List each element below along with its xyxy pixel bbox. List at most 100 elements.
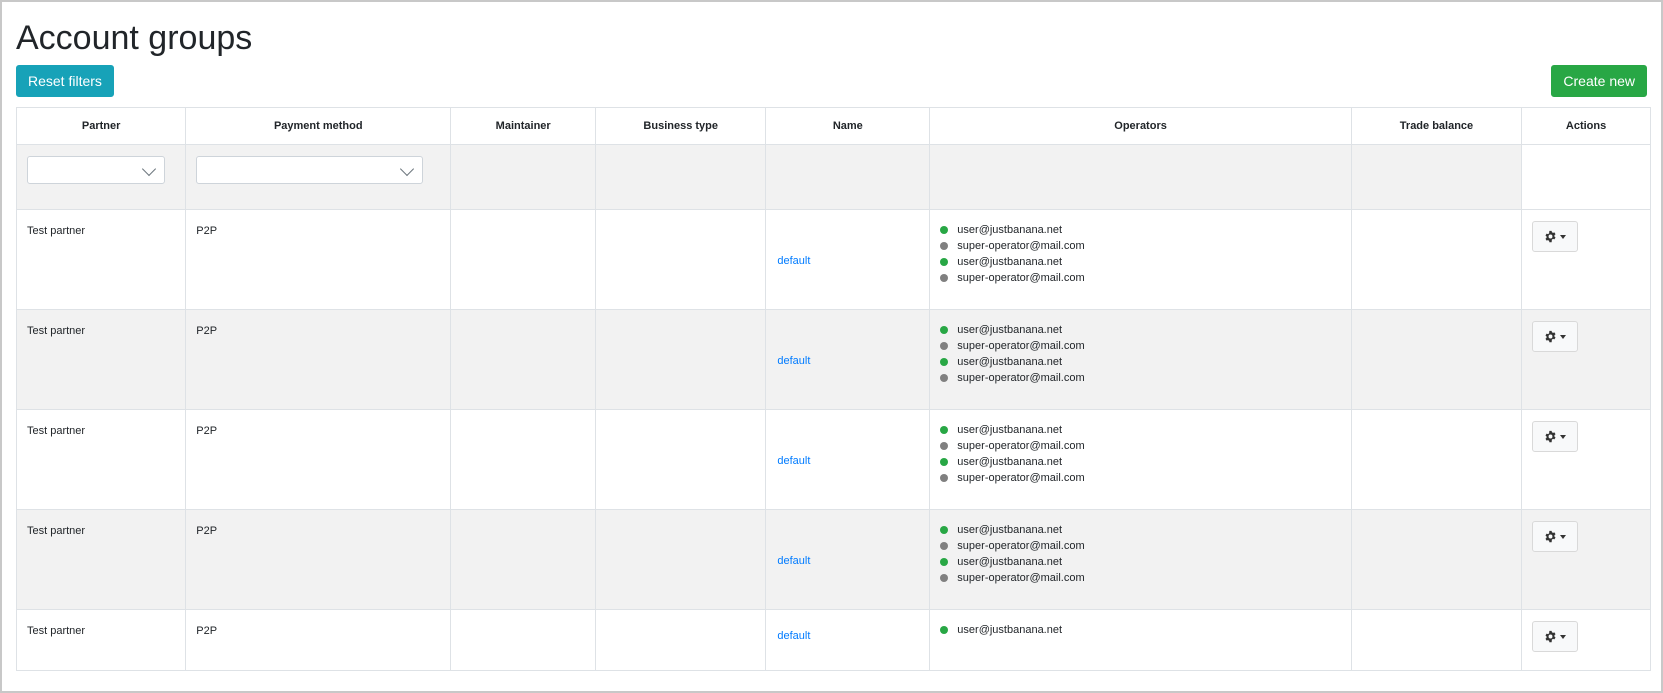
status-dot-icon: [940, 558, 949, 566]
payment-method-text: P2P: [196, 325, 218, 337]
operator-email: super-operator@mail.com: [957, 472, 1085, 484]
filter-row: [15, 144, 1651, 210]
operator-email: super-operator@mail.com: [957, 540, 1085, 552]
cell-operators: user@justbanana.net: [929, 609, 1352, 671]
trade-balance-text: [1352, 610, 1521, 624]
trade-balance-text: [1352, 410, 1521, 424]
operator-email: user@justbanana.net: [957, 456, 1063, 468]
actions-dropdown-button[interactable]: [1532, 621, 1579, 652]
cell-maintainer: [450, 209, 597, 310]
cell-business-type: [595, 509, 767, 610]
table-row: Test partner P2P default user@justbanana.ne…: [15, 409, 1651, 510]
header-partner: Partner: [15, 107, 187, 145]
operator-item: user@justbanana.net: [940, 322, 1351, 338]
partner-text: Test partner: [27, 225, 86, 237]
cell-business-type: [595, 309, 767, 410]
operator-email: user@justbanana.net: [957, 624, 1063, 636]
header-name: Name: [765, 107, 931, 145]
status-dot-icon: [940, 226, 949, 234]
actions-dropdown-button[interactable]: [1532, 321, 1579, 352]
operator-email: super-operator@mail.com: [957, 440, 1085, 452]
operator-item: user@justbanana.net: [940, 522, 1351, 538]
operators-list: user@justbanana.net super-operator@mail.c…: [930, 310, 1351, 386]
actions-dropdown-button[interactable]: [1532, 521, 1579, 552]
cell-trade-balance: [1350, 509, 1523, 610]
chevron-down-icon: [400, 161, 415, 177]
operator-item: user@justbanana.net: [940, 554, 1351, 570]
header-payment-method: Payment method: [185, 107, 452, 145]
create-new-button[interactable]: Create new: [1551, 65, 1647, 97]
operator-item: super-operator@mail.com: [940, 338, 1351, 354]
actions-dropdown-button[interactable]: [1532, 421, 1579, 452]
caret-down-icon: [1560, 234, 1567, 239]
payment-method-text: P2P: [196, 425, 218, 437]
page-title: Account groups: [16, 19, 253, 57]
page-frame: Account groups Reset filters Create new …: [0, 0, 1663, 693]
account-groups-table: Partner Payment method Maintainer Busine…: [15, 107, 1651, 671]
cell-partner: Test partner: [15, 209, 187, 310]
cell-actions: [1521, 309, 1651, 410]
payment-method-filter-select[interactable]: [196, 156, 424, 184]
status-dot-icon: [940, 374, 949, 382]
cell-actions: [1521, 509, 1651, 610]
table-row: Test partner P2P default user@justbanana.ne…: [15, 609, 1651, 671]
gear-glyph: [1545, 330, 1556, 343]
cell-actions: [1521, 209, 1651, 310]
status-dot-icon: [940, 626, 949, 634]
business-type-text: [596, 410, 765, 424]
status-dot-icon: [940, 326, 949, 334]
operator-item: user@justbanana.net: [940, 622, 1351, 638]
cell-name: default: [765, 609, 931, 671]
operator-item: super-operator@mail.com: [940, 370, 1351, 386]
cell-name: default: [765, 309, 931, 410]
reset-filters-button[interactable]: Reset filters: [16, 65, 114, 97]
cell-actions: [1521, 409, 1651, 510]
trade-balance-text: [1352, 310, 1521, 324]
trade-balance-text: [1352, 510, 1521, 524]
operator-email: super-operator@mail.com: [957, 340, 1085, 352]
partner-filter-select[interactable]: [27, 156, 165, 184]
cell-maintainer: [450, 509, 597, 610]
table-row: Test partner P2P default user@justbanana.ne…: [15, 509, 1651, 610]
group-name-link[interactable]: default: [766, 310, 929, 367]
cell-trade-balance: [1350, 609, 1523, 671]
status-dot-icon: [940, 542, 949, 550]
status-dot-icon: [940, 442, 949, 450]
business-type-text: [596, 510, 765, 524]
operator-item: super-operator@mail.com: [940, 438, 1351, 454]
gear-icon: [1544, 330, 1557, 343]
caret-down-icon: [1560, 534, 1567, 539]
operator-email: super-operator@mail.com: [957, 372, 1085, 384]
operator-email: user@justbanana.net: [957, 256, 1063, 268]
maintainer-text: [451, 310, 595, 324]
caret-down-icon: [1560, 634, 1567, 639]
status-dot-icon: [940, 458, 949, 466]
group-name-link[interactable]: default: [766, 510, 929, 567]
group-name-link[interactable]: default: [766, 410, 929, 467]
business-type-text: [596, 210, 765, 224]
cell-partner: Test partner: [15, 409, 187, 510]
cell-operators: user@justbanana.net super-operator@mail.c…: [929, 309, 1352, 410]
operator-item: user@justbanana.net: [940, 222, 1351, 238]
operator-email: super-operator@mail.com: [957, 240, 1085, 252]
trade-balance-text: [1352, 210, 1521, 224]
caret-down-icon: [1560, 334, 1567, 339]
gear-icon: [1544, 530, 1557, 543]
cell-trade-balance: [1350, 209, 1523, 310]
filter-cell-actions: [1521, 144, 1651, 210]
cell-partner: Test partner: [15, 609, 187, 671]
gear-icon: [1544, 230, 1557, 243]
filter-cell-operators: [929, 144, 1352, 210]
group-name-link[interactable]: default: [766, 210, 929, 267]
table-row: Test partner P2P default user@justbanana.ne…: [15, 309, 1651, 410]
group-name-link[interactable]: default: [766, 610, 929, 642]
header-operators: Operators: [929, 107, 1352, 145]
partner-text: Test partner: [27, 525, 86, 537]
operator-item: user@justbanana.net: [940, 454, 1351, 470]
actions-dropdown-button[interactable]: [1532, 221, 1579, 252]
status-dot-icon: [940, 274, 949, 282]
payment-method-text: P2P: [196, 525, 218, 537]
chevron-down-icon: [141, 161, 157, 177]
status-dot-icon: [940, 358, 949, 366]
operator-item: super-operator@mail.com: [940, 538, 1351, 554]
